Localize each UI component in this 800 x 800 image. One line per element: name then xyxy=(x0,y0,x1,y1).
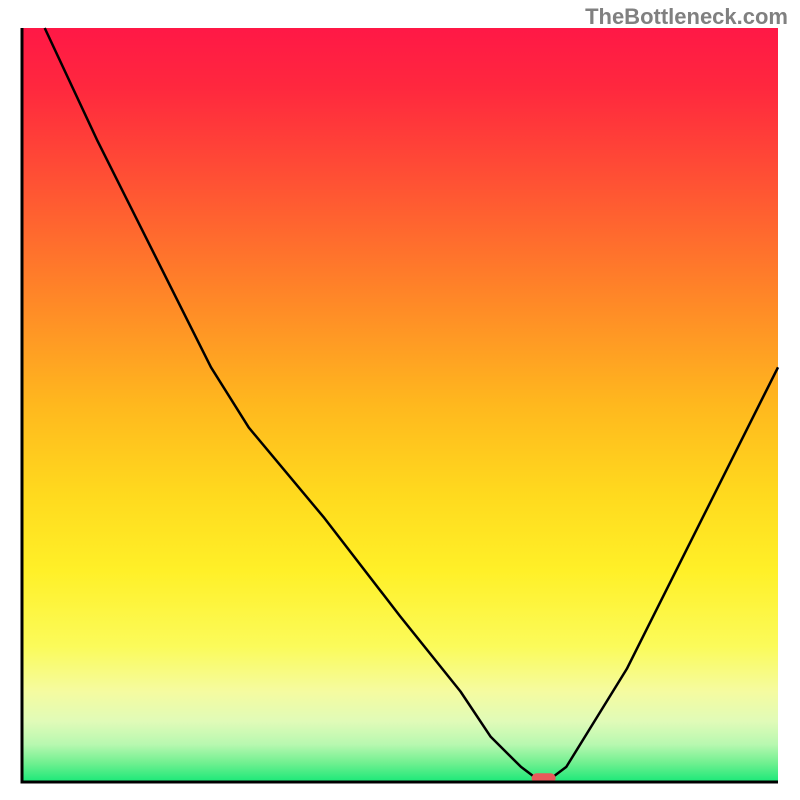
watermark-text: TheBottleneck.com xyxy=(585,4,788,30)
gradient-background xyxy=(22,28,778,782)
bottleneck-chart xyxy=(0,0,800,800)
chart-container: TheBottleneck.com xyxy=(0,0,800,800)
